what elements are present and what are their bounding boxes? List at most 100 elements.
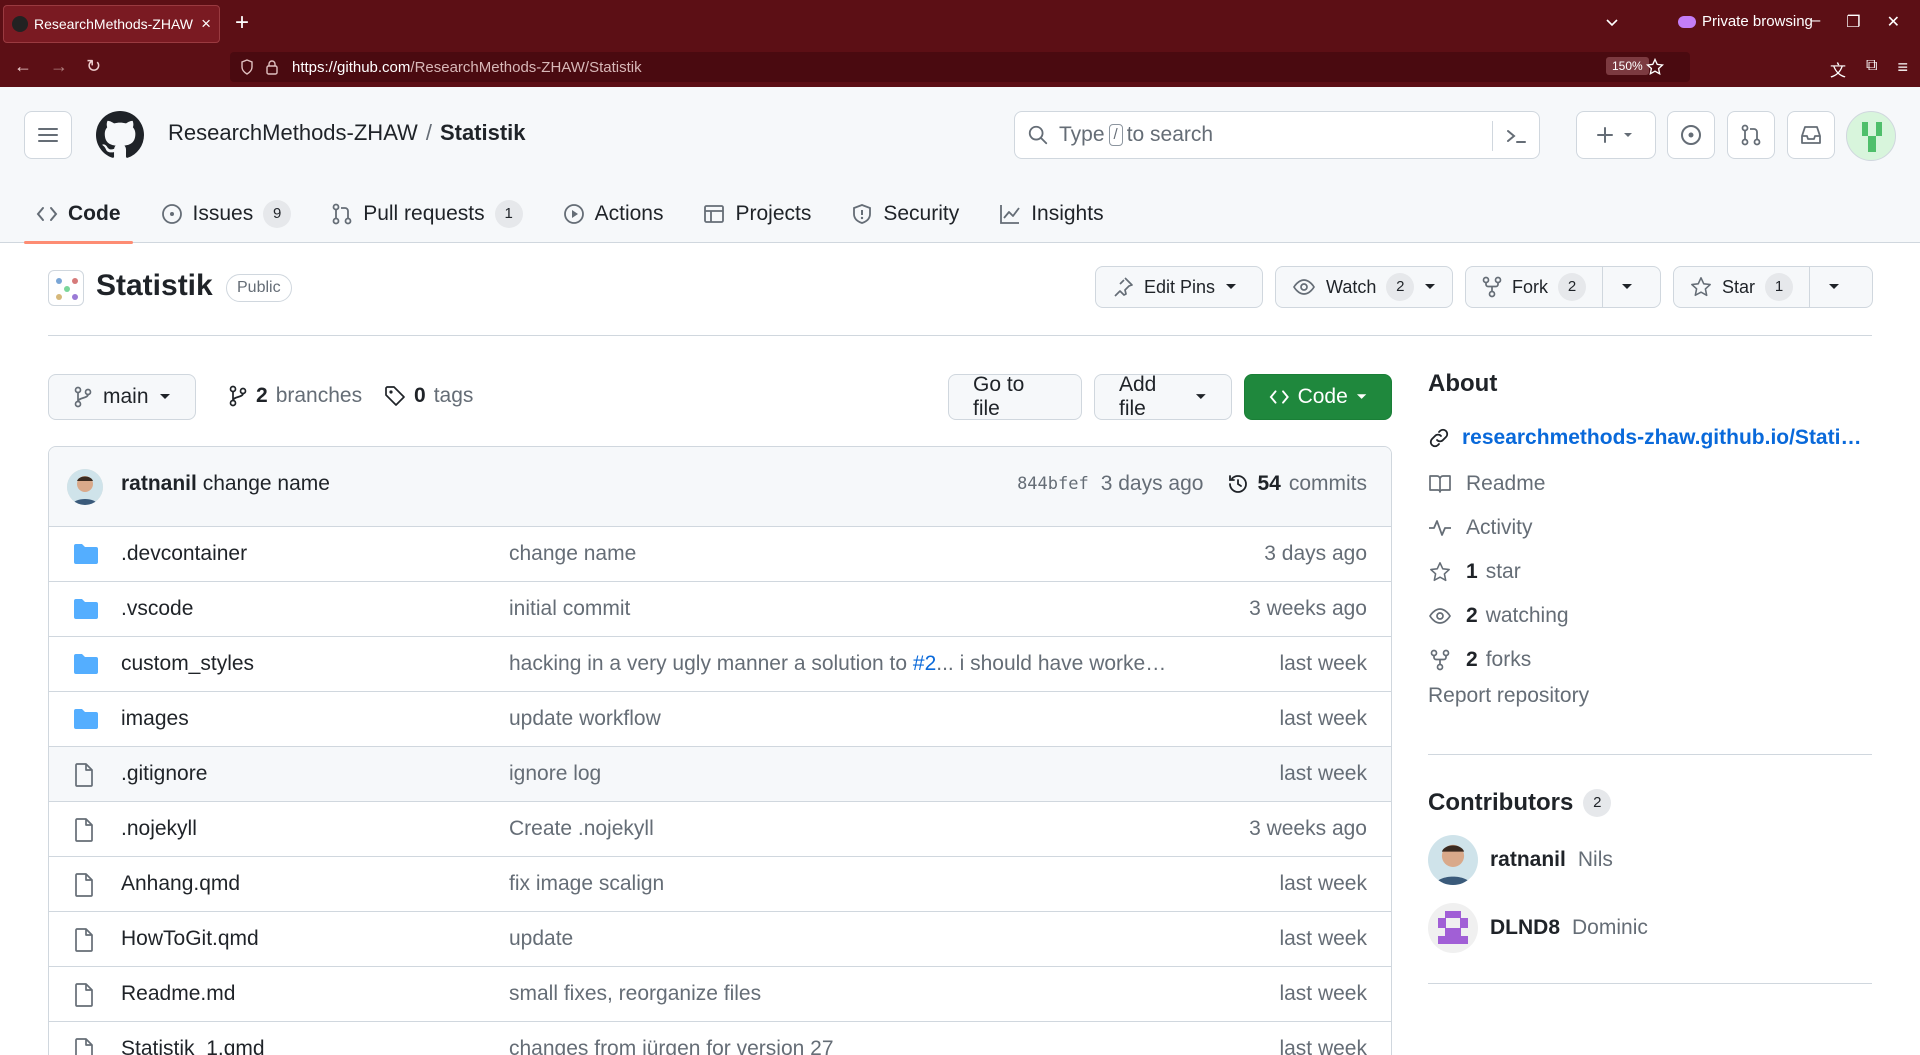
star-button[interactable]: Star 1 (1673, 266, 1873, 308)
stars-link[interactable]: 1 star (1428, 550, 1872, 594)
repo-owner-avatar[interactable] (48, 270, 84, 306)
file-commit-message[interactable]: change name (509, 542, 636, 566)
file-name[interactable]: custom_styles (121, 652, 254, 676)
contributors-heading[interactable]: Contributors 2 (1428, 789, 1872, 817)
file-name[interactable]: Statistik_1.qmd (121, 1037, 265, 1055)
file-row[interactable]: .vscode initial commit 3 weeks ago (49, 582, 1391, 637)
file-commit-message[interactable]: small fixes, reorganize files (509, 982, 761, 1006)
url-bar[interactable]: https://github.com/ResearchMethods-ZHAW/… (230, 52, 1690, 82)
file-name[interactable]: Readme.md (121, 982, 235, 1006)
reload-icon[interactable]: ↻ (86, 56, 101, 77)
file-name[interactable]: .vscode (121, 597, 193, 621)
github-logo-icon[interactable] (96, 111, 144, 159)
chevron-down-icon[interactable] (1604, 14, 1620, 30)
tab-security[interactable]: Security (839, 185, 971, 243)
browser-tab[interactable]: ResearchMethods-ZHAW × (3, 5, 220, 43)
commit-author[interactable]: ratnanil (121, 472, 197, 495)
commits-link[interactable]: 54 commits (1227, 472, 1367, 496)
file-commit-message[interactable]: initial commit (509, 597, 630, 621)
file-row[interactable]: HowToGit.qmd update last week (49, 912, 1391, 967)
tab-code[interactable]: Code (24, 185, 133, 244)
file-row[interactable]: Anhang.qmd fix image scalign last week (49, 857, 1391, 912)
command-palette-icon[interactable] (1492, 121, 1527, 151)
tab-actions[interactable]: Actions (551, 185, 676, 243)
go-to-file-button[interactable]: Go to file (948, 373, 1082, 420)
watch-button[interactable]: Watch 2 (1275, 266, 1453, 308)
bookmark-star-icon[interactable] (1646, 58, 1664, 76)
fork-button[interactable]: Fork 2 (1465, 266, 1661, 308)
file-row[interactable]: Statistik_1.qmd changes from jürgen for … (49, 1022, 1391, 1055)
owner-link[interactable]: ResearchMethods-ZHAW (168, 120, 418, 145)
file-name[interactable]: .gitignore (121, 762, 207, 786)
commit-sha[interactable]: 844bfef (1017, 474, 1089, 494)
tags-link[interactable]: 0 tags (384, 384, 473, 408)
repo-name[interactable]: Statistik (96, 269, 213, 303)
file-commit-message[interactable]: update (509, 927, 573, 951)
contributor-login[interactable]: DLND8 (1490, 916, 1560, 940)
translate-icon[interactable]: 文 (1830, 57, 1846, 81)
minimize-icon[interactable]: – (1811, 12, 1820, 32)
file-row[interactable]: Readme.md small fixes, reorganize files … (49, 967, 1391, 1022)
file-name[interactable]: .nojekyll (121, 817, 197, 841)
forward-icon[interactable]: → (50, 56, 68, 77)
file-commit-message[interactable]: fix image scalign (509, 872, 664, 896)
star-dropdown[interactable] (1809, 267, 1857, 307)
fork-dropdown[interactable] (1602, 267, 1650, 307)
pull-requests-button[interactable] (1727, 111, 1775, 159)
forks-link[interactable]: 2 forks (1428, 638, 1872, 682)
file-icon (75, 763, 93, 787)
file-commit-message[interactable]: ignore log (509, 762, 601, 786)
commit-author-avatar[interactable] (67, 469, 103, 505)
menu-icon[interactable]: ≡ (1897, 57, 1908, 81)
contributor-item[interactable]: DLND8 Dominic (1428, 903, 1872, 953)
file-icon (75, 928, 93, 952)
tab-pull-requests[interactable]: Pull requests 1 (319, 185, 534, 243)
tab-insights[interactable]: Insights (987, 185, 1115, 243)
file-row[interactable]: .devcontainer change name 3 days ago (49, 527, 1391, 582)
file-name[interactable]: .devcontainer (121, 542, 247, 566)
website-link[interactable]: researchmethods-zhaw.github.io/Stati… (1428, 426, 1872, 450)
watching-link[interactable]: 2 watching (1428, 594, 1872, 638)
activity-link[interactable]: Activity (1428, 506, 1872, 550)
restore-icon[interactable]: ❐ (1846, 12, 1860, 32)
extensions-icon[interactable]: ⧉ (1866, 57, 1877, 81)
file-name[interactable]: images (121, 707, 189, 731)
contributor-item[interactable]: ratnanil Nils (1428, 835, 1872, 885)
tab-issues[interactable]: Issues 9 (149, 185, 304, 243)
search-input[interactable]: Type / to search (1014, 111, 1540, 159)
file-name[interactable]: Anhang.qmd (121, 872, 240, 896)
tab-projects[interactable]: Projects (691, 185, 823, 243)
file-commit-message[interactable]: Create .nojekyll (509, 817, 654, 841)
file-row[interactable]: .gitignore ignore log last week (49, 747, 1391, 802)
branch-selector[interactable]: main (48, 374, 196, 420)
file-row[interactable]: images update workflow last week (49, 692, 1391, 747)
code-button[interactable]: Code (1244, 374, 1392, 420)
file-name[interactable]: HowToGit.qmd (121, 927, 259, 951)
file-row[interactable]: .nojekyll Create .nojekyll 3 weeks ago (49, 802, 1391, 857)
close-window-icon[interactable]: ✕ (1887, 12, 1900, 32)
add-file-button[interactable]: Add file (1094, 373, 1232, 420)
file-row[interactable]: custom_styles hacking in a very ugly man… (49, 637, 1391, 692)
user-avatar[interactable] (1846, 111, 1896, 161)
file-commit-message[interactable]: hacking in a very ugly manner a solution… (509, 652, 1166, 676)
edit-pins-button[interactable]: Edit Pins (1095, 266, 1263, 308)
contributor-login[interactable]: ratnanil (1490, 848, 1566, 872)
file-commit-message[interactable]: changes from jürgen for version 27 (509, 1037, 834, 1055)
new-tab-icon[interactable]: + (235, 10, 249, 36)
hamburger-menu-button[interactable] (24, 111, 72, 159)
report-repository-link[interactable]: Report repository (1428, 684, 1872, 708)
inbox-button[interactable] (1787, 111, 1835, 159)
readme-link[interactable]: Readme (1428, 462, 1872, 506)
avatar[interactable] (1428, 835, 1478, 885)
create-new-button[interactable] (1576, 111, 1656, 159)
issue-link[interactable]: #2 (913, 652, 936, 675)
avatar[interactable] (1428, 903, 1478, 953)
branches-link[interactable]: 2 branches (228, 384, 362, 408)
commit-title[interactable]: change name (203, 472, 330, 495)
file-commit-message[interactable]: update workflow (509, 707, 661, 731)
close-tab-icon[interactable]: × (201, 14, 211, 34)
repo-link[interactable]: Statistik (440, 120, 526, 145)
zoom-level-badge[interactable]: 150% (1606, 57, 1649, 75)
issues-button[interactable] (1667, 111, 1715, 159)
back-icon[interactable]: ← (14, 56, 32, 77)
